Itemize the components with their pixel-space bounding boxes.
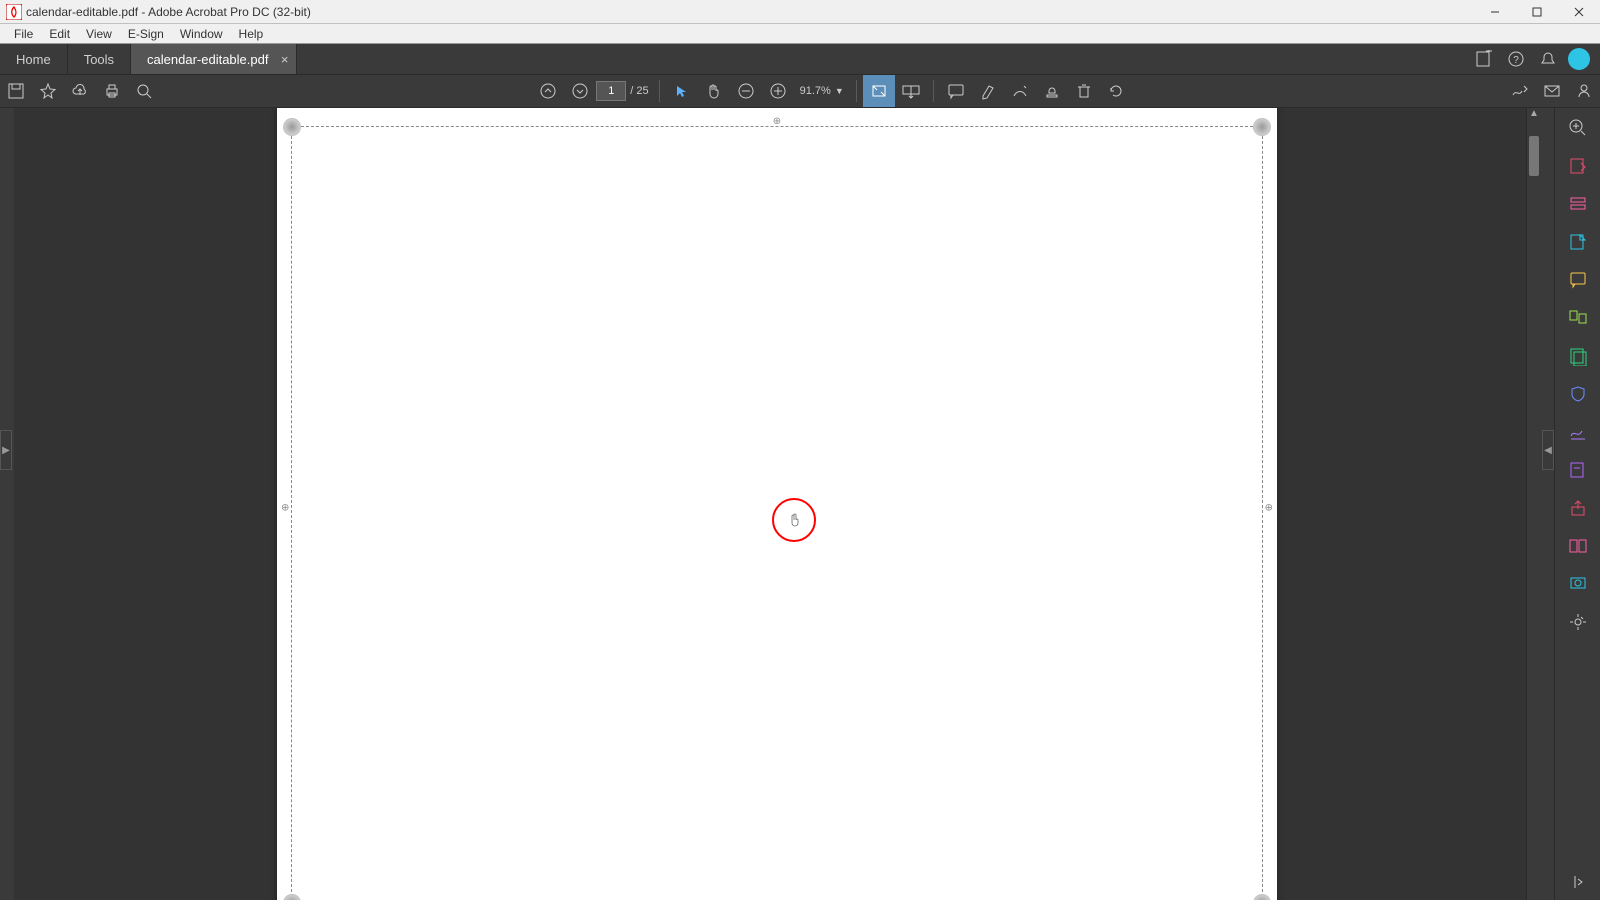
share-button[interactable]: [1568, 75, 1600, 107]
rail-export-pdf-icon[interactable]: [1566, 154, 1590, 178]
save-button[interactable]: [0, 75, 32, 107]
registration-mark-icon: ⊕: [773, 116, 781, 127]
window-title: calendar-editable.pdf - Adobe Acrobat Pr…: [26, 5, 1474, 19]
page-fit-button[interactable]: [863, 75, 895, 107]
registration-mark-icon: ⊕: [281, 503, 289, 514]
page-viewport[interactable]: ⊕ ⊕ ⊕ ⊕: [14, 108, 1540, 900]
menu-edit[interactable]: Edit: [41, 25, 78, 43]
registration-mark-icon: ⊕: [1265, 503, 1273, 514]
comment-button[interactable]: [940, 75, 972, 107]
hand-tool-button[interactable]: [698, 75, 730, 107]
stamp-button[interactable]: [1036, 75, 1068, 107]
crop-mark-icon: [1253, 118, 1271, 136]
zoom-out-button[interactable]: [730, 75, 762, 107]
main-toolbar: / 25 91.7% ▼: [0, 74, 1600, 108]
maximize-button[interactable]: [1516, 0, 1558, 24]
annotation-red-circle: [772, 498, 816, 542]
close-button[interactable]: [1558, 0, 1600, 24]
send-email-button[interactable]: [1536, 75, 1568, 107]
rail-combine-icon[interactable]: [1566, 344, 1590, 368]
menubar: File Edit View E-Sign Window Help: [0, 24, 1600, 44]
star-button[interactable]: [32, 75, 64, 107]
menu-window[interactable]: Window: [172, 25, 231, 43]
menu-esign[interactable]: E-Sign: [120, 25, 172, 43]
page-number-input[interactable]: [596, 81, 626, 101]
create-pdf-button[interactable]: [1468, 44, 1500, 74]
menu-help[interactable]: Help: [231, 25, 272, 43]
page-up-button[interactable]: [532, 75, 564, 107]
rail-more-tools-icon[interactable]: [1566, 610, 1590, 634]
cloud-upload-button[interactable]: [64, 75, 96, 107]
rotate-button[interactable]: [1100, 75, 1132, 107]
document-workspace: ⊕ ⊕ ⊕ ⊕: [14, 108, 1540, 900]
pdf-page[interactable]: ⊕ ⊕ ⊕ ⊕: [277, 108, 1277, 900]
rail-organize-icon[interactable]: [1566, 306, 1590, 330]
print-button[interactable]: [96, 75, 128, 107]
delete-button[interactable]: [1068, 75, 1100, 107]
scroll-up-icon[interactable]: ▲: [1527, 108, 1541, 122]
user-avatar[interactable]: [1568, 48, 1590, 70]
tab-tools[interactable]: Tools: [68, 44, 131, 74]
rail-protect-icon[interactable]: [1566, 382, 1590, 406]
tab-home[interactable]: Home: [0, 44, 68, 74]
zoom-in-button[interactable]: [762, 75, 794, 107]
tab-bar: Home Tools calendar-editable.pdf × ?: [0, 44, 1600, 74]
close-tab-icon[interactable]: ×: [281, 52, 289, 67]
find-button[interactable]: [128, 75, 160, 107]
minimize-button[interactable]: [1474, 0, 1516, 24]
rail-zoom-icon[interactable]: [1566, 116, 1590, 140]
highlight-button[interactable]: [972, 75, 1004, 107]
crop-mark-icon: [283, 118, 301, 136]
read-mode-button[interactable]: [895, 75, 927, 107]
adobe-acrobat-icon: [6, 4, 22, 20]
svg-text:?: ?: [1513, 55, 1519, 66]
rail-create-pdf-icon[interactable]: [1566, 230, 1590, 254]
rail-expand-icon[interactable]: [1566, 870, 1590, 894]
rail-edit-pdf-icon[interactable]: [1566, 192, 1590, 216]
vertical-scrollbar[interactable]: ▲: [1526, 108, 1540, 900]
rail-fill-sign-icon[interactable]: [1566, 420, 1590, 444]
menu-file[interactable]: File: [6, 25, 41, 43]
help-button[interactable]: ?: [1500, 44, 1532, 74]
select-tool-button[interactable]: [666, 75, 698, 107]
scroll-thumb[interactable]: [1529, 136, 1539, 176]
window-titlebar: calendar-editable.pdf - Adobe Acrobat Pr…: [0, 0, 1600, 24]
hand-cursor-icon: [788, 513, 800, 527]
expand-tools-pane-button[interactable]: ◀: [1542, 430, 1554, 470]
rail-stamp-icon[interactable]: [1566, 572, 1590, 596]
notifications-button[interactable]: [1532, 44, 1564, 74]
sign-self-button[interactable]: [1504, 75, 1536, 107]
tool-rail: [1554, 108, 1600, 900]
menu-view[interactable]: View: [78, 25, 120, 43]
zoom-dropdown-icon[interactable]: ▼: [835, 86, 844, 96]
zoom-level-label[interactable]: 91.7%: [800, 85, 831, 97]
draw-button[interactable]: [1004, 75, 1036, 107]
rail-compare-icon[interactable]: [1566, 534, 1590, 558]
page-total-label: / 25: [630, 85, 648, 97]
rail-request-sign-icon[interactable]: [1566, 458, 1590, 482]
crop-mark-icon: [1253, 894, 1271, 900]
page-down-button[interactable]: [564, 75, 596, 107]
expand-nav-pane-button[interactable]: ▶: [0, 430, 12, 470]
tab-document[interactable]: calendar-editable.pdf ×: [131, 44, 297, 74]
rail-comment-icon[interactable]: [1566, 268, 1590, 292]
rail-share-icon[interactable]: [1566, 496, 1590, 520]
